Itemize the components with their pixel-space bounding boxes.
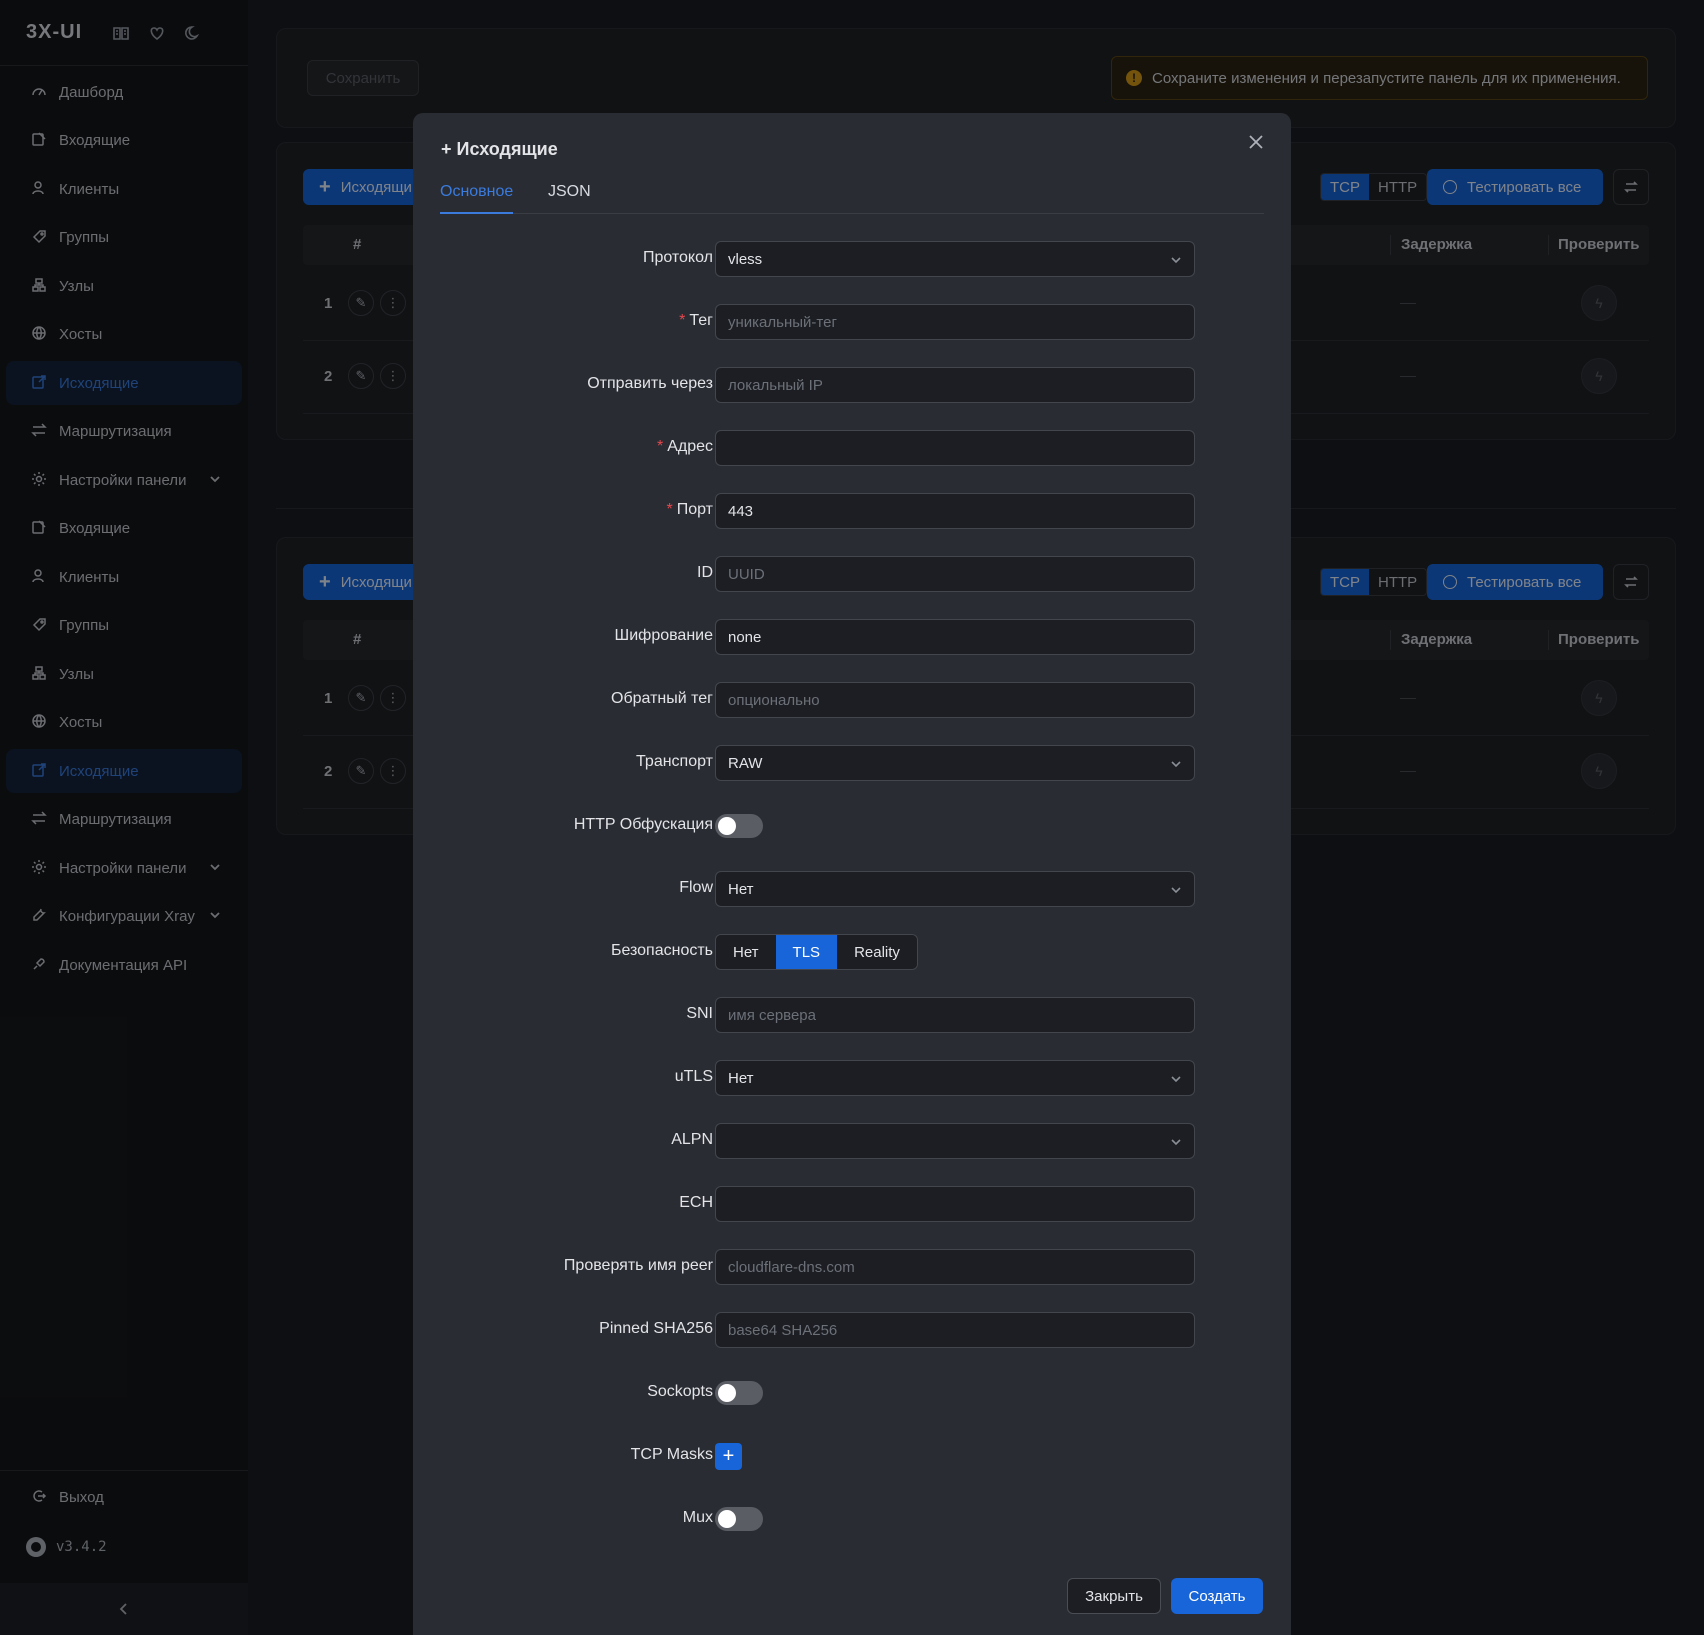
- flow-value: Нет: [728, 880, 754, 898]
- field-label: Протокол: [642, 249, 713, 266]
- tab-basic[interactable]: Основное: [440, 183, 513, 201]
- field-label: ID: [697, 564, 713, 581]
- send-through-input[interactable]: локальный IP: [715, 367, 1195, 403]
- field-sni: SNI имя сервера: [413, 997, 1291, 1033]
- protocol-select[interactable]: vless: [715, 241, 1195, 277]
- field-mux: Mux: [413, 1501, 1291, 1537]
- port-input[interactable]: 443: [715, 493, 1195, 529]
- sni-placeholder: имя сервера: [728, 1006, 816, 1024]
- required-mark: *: [656, 438, 664, 455]
- field-label: ECH: [679, 1194, 713, 1211]
- chevron-down-icon: [1170, 1135, 1182, 1147]
- field-label: * Тег: [679, 312, 713, 330]
- modal-tabs: Основное JSON: [440, 171, 1264, 214]
- close-icon[interactable]: [1247, 133, 1269, 155]
- reverse-tag-placeholder: опционально: [728, 691, 820, 709]
- field-label: Отправить через: [587, 375, 713, 392]
- id-placeholder: UUID: [728, 565, 765, 583]
- alpn-select[interactable]: [715, 1123, 1195, 1159]
- field-label: TCP Masks: [630, 1446, 713, 1463]
- security-option-none[interactable]: Нет: [716, 935, 776, 969]
- chevron-down-icon: [1170, 1072, 1182, 1084]
- field-address: * Адрес: [413, 430, 1291, 466]
- modal-title: + Исходящие: [441, 139, 558, 159]
- mux-toggle[interactable]: [715, 1507, 763, 1531]
- field-ech: ECH: [413, 1186, 1291, 1222]
- field-tag: * Тег уникальный-тег: [413, 304, 1291, 340]
- field-transport: Транспорт RAW: [413, 745, 1291, 781]
- field-id: ID UUID: [413, 556, 1291, 592]
- sni-input[interactable]: имя сервера: [715, 997, 1195, 1033]
- create-button[interactable]: Создать: [1171, 1578, 1263, 1614]
- transport-value: RAW: [728, 754, 763, 772]
- field-label: * Адрес: [657, 438, 713, 456]
- security-option-tls[interactable]: TLS: [775, 935, 838, 969]
- field-label: Обратный тег: [611, 690, 713, 707]
- field-label: Flow: [679, 879, 713, 896]
- field-label: HTTP Обфускация: [573, 816, 713, 833]
- field-label: Проверять имя peer: [563, 1257, 713, 1274]
- encryption-input[interactable]: none: [715, 619, 1195, 655]
- outbound-modal: + Исходящие Основное JSON Протокол vless…: [413, 113, 1291, 1635]
- security-option-reality[interactable]: Reality: [837, 935, 917, 969]
- verify-peer-placeholder: cloudflare-dns.com: [728, 1258, 855, 1276]
- field-sockopts: Sockopts: [413, 1375, 1291, 1411]
- port-value: 443: [728, 502, 754, 520]
- field-send-through: Отправить через локальный IP: [413, 367, 1291, 403]
- required-mark: *: [666, 501, 673, 518]
- http-obfs-toggle[interactable]: [715, 814, 763, 838]
- send-through-placeholder: локальный IP: [728, 376, 823, 394]
- pinned-sha256-input[interactable]: base64 SHA256: [715, 1312, 1195, 1348]
- field-label: Шифрование: [614, 627, 713, 644]
- field-tcp-masks: TCP Masks +: [413, 1438, 1291, 1474]
- ech-input[interactable]: [715, 1186, 1195, 1222]
- sockopts-toggle[interactable]: [715, 1381, 763, 1405]
- field-utls: uTLS Нет: [413, 1060, 1291, 1096]
- verify-peer-input[interactable]: cloudflare-dns.com: [715, 1249, 1195, 1285]
- field-protocol: Протокол vless: [413, 241, 1291, 277]
- protocol-value: vless: [728, 250, 763, 268]
- field-label: Транспорт: [636, 753, 713, 770]
- field-label: Pinned SHA256: [599, 1320, 713, 1337]
- close-button[interactable]: Закрыть: [1067, 1578, 1161, 1614]
- field-label-text: Адрес: [667, 438, 713, 455]
- field-label: Sockopts: [647, 1383, 713, 1400]
- field-pinned-sha256: Pinned SHA256 base64 SHA256: [413, 1312, 1291, 1348]
- tag-placeholder: уникальный-тег: [728, 313, 837, 331]
- add-tcp-mask-button[interactable]: +: [715, 1443, 742, 1470]
- field-encryption: Шифрование none: [413, 619, 1291, 655]
- utls-select[interactable]: Нет: [715, 1060, 1195, 1096]
- field-label: ALPN: [671, 1131, 713, 1148]
- utls-value: Нет: [728, 1069, 754, 1087]
- tab-json[interactable]: JSON: [548, 183, 591, 201]
- chevron-down-icon: [1170, 253, 1182, 265]
- id-input[interactable]: UUID: [715, 556, 1195, 592]
- field-label: uTLS: [674, 1068, 713, 1085]
- tab-indicator: [440, 212, 513, 214]
- reverse-tag-input[interactable]: опционально: [715, 682, 1195, 718]
- chevron-down-icon: [1170, 757, 1182, 769]
- address-input[interactable]: [715, 430, 1195, 466]
- field-label-text: Тег: [689, 312, 713, 329]
- field-alpn: ALPN: [413, 1123, 1291, 1159]
- field-label-text: Порт: [676, 501, 713, 518]
- field-reverse-tag: Обратный тег опционально: [413, 682, 1291, 718]
- security-segmented: Нет TLS Reality: [715, 934, 918, 970]
- field-port: * Порт 443: [413, 493, 1291, 529]
- encryption-value: none: [728, 628, 762, 646]
- field-flow: Flow Нет: [413, 871, 1291, 907]
- chevron-down-icon: [1170, 883, 1182, 895]
- field-label: Mux: [682, 1509, 713, 1526]
- field-label: SNI: [686, 1005, 713, 1022]
- flow-select[interactable]: Нет: [715, 871, 1195, 907]
- field-http-obfs: HTTP Обфускация: [413, 808, 1291, 844]
- pinned-placeholder: base64 SHA256: [728, 1321, 838, 1339]
- transport-select[interactable]: RAW: [715, 745, 1195, 781]
- field-security: Безопасность Нет TLS Reality: [413, 934, 1291, 970]
- required-mark: *: [679, 312, 686, 329]
- field-label: Безопасность: [610, 942, 713, 959]
- field-label: * Порт: [666, 501, 713, 519]
- field-verify-peer: Проверять имя peer cloudflare-dns.com: [413, 1249, 1291, 1285]
- tag-input[interactable]: уникальный-тег: [715, 304, 1195, 340]
